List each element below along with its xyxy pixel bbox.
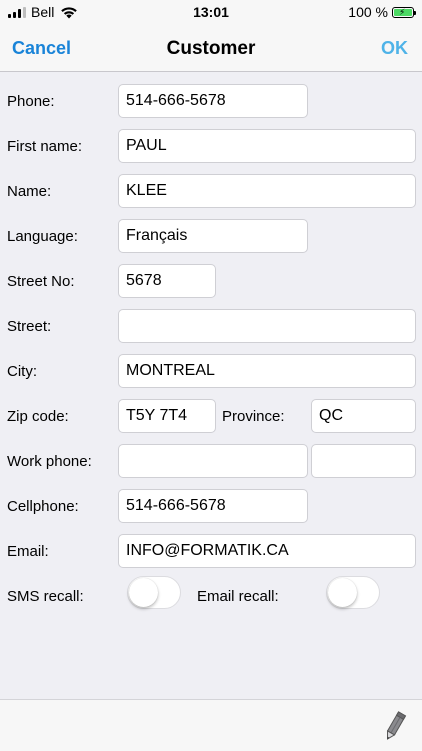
- phone-label: Phone:: [7, 93, 55, 110]
- phone-row: Phone: 514-666-5678: [0, 84, 422, 118]
- email-recall-label: Email recall:: [197, 588, 279, 605]
- street-row: Street:: [0, 309, 422, 343]
- street-label: Street:: [7, 318, 52, 335]
- work-phone-field[interactable]: [118, 444, 308, 478]
- zip-code-label: Zip code:: [7, 408, 69, 425]
- page-title: Customer: [166, 38, 256, 59]
- city-label: City:: [7, 363, 37, 380]
- battery-percent: 100 %: [348, 4, 388, 20]
- cellphone-label: Cellphone:: [7, 498, 79, 515]
- street-field[interactable]: [118, 309, 416, 343]
- name-field[interactable]: KLEE: [118, 174, 416, 208]
- province-label: Province:: [222, 408, 285, 425]
- status-bar: Bell 13:01 100 % ⚡: [0, 0, 422, 24]
- bottom-toolbar: [0, 699, 422, 751]
- cellphone-field[interactable]: 514-666-5678: [118, 489, 308, 523]
- sms-recall-toggle[interactable]: [127, 576, 181, 609]
- pencil-icon[interactable]: [382, 709, 408, 743]
- city-row: City: MONTREAL: [0, 354, 422, 388]
- language-field[interactable]: Français: [118, 219, 308, 253]
- city-field[interactable]: MONTREAL: [118, 354, 416, 388]
- phone-field[interactable]: 514-666-5678: [118, 84, 308, 118]
- sms-recall-label: SMS recall:: [7, 588, 84, 605]
- name-row: Name: KLEE: [0, 174, 422, 208]
- street-no-label: Street No:: [7, 273, 75, 290]
- email-field[interactable]: INFO@FORMATIK.CA: [118, 534, 416, 568]
- email-row: Email: INFO@FORMATIK.CA: [0, 534, 422, 568]
- status-right: 100 % ⚡: [348, 4, 416, 20]
- work-phone-extension-field[interactable]: [311, 444, 416, 478]
- work-phone-label: Work phone:: [7, 453, 92, 470]
- battery-icon: ⚡: [392, 6, 416, 18]
- navigation-bar: Cancel Customer OK: [0, 24, 422, 72]
- first-name-field[interactable]: PAUL: [118, 129, 416, 163]
- language-row: Language: Français: [0, 219, 422, 253]
- street-no-row: Street No: 5678: [0, 264, 422, 298]
- charging-bolt-icon: ⚡: [399, 6, 406, 17]
- province-field[interactable]: QC: [311, 399, 416, 433]
- work-phone-row: Work phone:: [0, 444, 422, 478]
- recall-row: SMS recall: Email recall:: [0, 575, 422, 609]
- first-name-label: First name:: [7, 138, 83, 155]
- first-name-row: First name: PAUL: [0, 129, 422, 163]
- cellphone-row: Cellphone: 514-666-5678: [0, 489, 422, 523]
- sms-recall-toggle-knob: [129, 578, 158, 607]
- language-label: Language:: [7, 228, 78, 245]
- street-no-field[interactable]: 5678: [118, 264, 216, 298]
- zip-code-field[interactable]: T5Y 7T4: [118, 399, 216, 433]
- zip-province-row: Zip code: T5Y 7T4 Province: QC: [0, 399, 422, 433]
- ok-button[interactable]: OK: [381, 38, 408, 59]
- email-recall-toggle-knob: [328, 578, 357, 607]
- name-label: Name:: [7, 183, 52, 200]
- email-label: Email:: [7, 543, 49, 560]
- email-recall-toggle[interactable]: [326, 576, 380, 609]
